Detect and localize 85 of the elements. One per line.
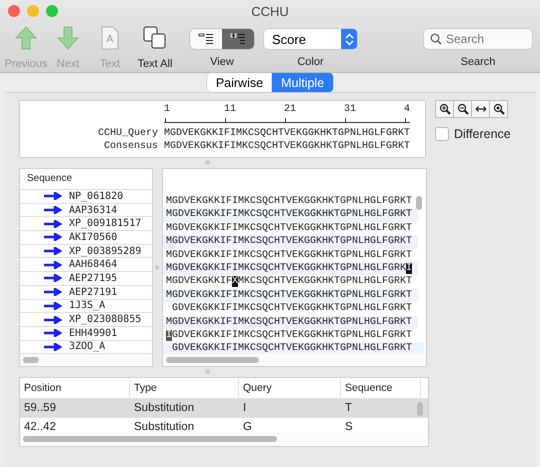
search-icon bbox=[430, 33, 442, 45]
mode-tab[interactable]: Multiple bbox=[272, 73, 334, 92]
scrollbar-thumb[interactable] bbox=[417, 402, 423, 416]
view-label: View bbox=[210, 56, 234, 68]
arrow-icon bbox=[44, 220, 62, 228]
sequence-item[interactable]: AAP36314 bbox=[20, 204, 152, 218]
arrow-icon bbox=[44, 233, 62, 242]
column-header: Type bbox=[130, 378, 239, 398]
zoom-out-icon bbox=[456, 103, 468, 115]
arrow-icon bbox=[44, 302, 62, 310]
column-header: Sequence bbox=[20, 169, 152, 190]
minimize-button[interactable] bbox=[27, 5, 39, 17]
sequence-item[interactable]: AKI70560 bbox=[20, 231, 152, 245]
column-header: Query bbox=[239, 378, 341, 398]
arrow-icon bbox=[44, 260, 62, 269]
sequence-item[interactable]: AEP27191 bbox=[20, 286, 152, 300]
alignment-row-text: MGDVEKGKKIFIMKCSQCHTVEKGGKHKTGPNLHGLFGRKT bbox=[165, 222, 414, 236]
ruler-label: 11 bbox=[224, 104, 236, 115]
sequence-text: MGDVEKGKKIFIMKCSQCHTVEKGGKHKTGPNLHGLFGRKT bbox=[164, 140, 410, 153]
sequence-item[interactable]: XP_003895289 bbox=[20, 244, 152, 258]
arrow-icon bbox=[44, 192, 62, 200]
sequence-item[interactable]: AAH68464 bbox=[20, 258, 152, 272]
sequence-item[interactable]: EHH49901 bbox=[20, 326, 152, 341]
arrow-icon bbox=[44, 342, 62, 351]
scrollbar-thumb[interactable] bbox=[166, 357, 259, 363]
color-dropdown[interactable]: Score bbox=[264, 29, 357, 49]
fit-width-button[interactable] bbox=[471, 100, 490, 118]
sequence-name: Consensus bbox=[104, 140, 158, 153]
arrow-icon bbox=[44, 288, 62, 296]
arrow-icon bbox=[44, 274, 62, 282]
alignment-row: MGDVEKGKKIFIMKCSQCHTVEKGGKHKTGPNLHGLFGRKT bbox=[163, 288, 418, 302]
window-title: CCHU bbox=[251, 4, 289, 18]
arrow-icon bbox=[44, 206, 62, 214]
mode-tab[interactable]: Pairwise bbox=[206, 73, 272, 92]
alignment-row-text: MGDVEKGKKIFXMKCSQCHTVEKGGKHKTGPNLHGLFGRKT bbox=[165, 275, 414, 289]
column-header: Sequence bbox=[341, 378, 421, 398]
zoom-in-button[interactable] bbox=[435, 100, 454, 118]
arrow-icon bbox=[44, 316, 62, 324]
scrollbar-thumb[interactable] bbox=[416, 196, 422, 210]
indented-list-icon bbox=[230, 33, 246, 45]
search-field[interactable]: Search bbox=[424, 29, 532, 49]
table-row[interactable]: 59..59 Substitution I T bbox=[20, 399, 428, 418]
alignment-row-text: MGDVEKGKKIFIMKCSQCHTVEKGGKHKTGPNLHGLFGRKT bbox=[165, 248, 414, 262]
alignment-row: MGDVEKGKKIFIMKCSQCHTVEKGGKHKTGPNLHGLFGRKT bbox=[163, 316, 418, 329]
sequence-item[interactable]: NP_061820 bbox=[20, 190, 152, 204]
arrow-icon bbox=[44, 329, 62, 338]
sequence-item[interactable]: XP_023080855 bbox=[20, 313, 152, 327]
sequence-item[interactable]: AEP27195 bbox=[20, 272, 152, 286]
alignment-row-text: IGDVEKGKKIFIMKCSQCHTVEKGGKHKTGPNLHGLFGRKT bbox=[165, 328, 414, 342]
zoom-reset-button[interactable] bbox=[489, 100, 508, 118]
ruler-label: 1 bbox=[164, 104, 170, 115]
ruler-label: 21 bbox=[284, 104, 296, 115]
zoom-out-button[interactable] bbox=[453, 100, 472, 118]
arrow-icon bbox=[44, 247, 62, 256]
column-header: Position bbox=[20, 378, 130, 398]
down-arrow-icon bbox=[57, 26, 79, 50]
alignment-row-text: MGDVEKGKKIFIMKCSQCHTVEKGGKHKTGPNLHGLFGRKT bbox=[165, 195, 414, 208]
color-label: Color bbox=[297, 56, 324, 68]
document-icon bbox=[101, 26, 119, 50]
sequence-name: CCHU_Query bbox=[98, 127, 158, 140]
chevron-updown-icon bbox=[344, 32, 354, 46]
close-button[interactable] bbox=[8, 5, 20, 17]
sequence-text: MGDVEKGKKIFIMKCSQCHTVEKGGKHKTGPNLHGLFGRKT bbox=[164, 127, 410, 140]
alignment-row: MGDVEKGKKIFIMKCSQCHTVEKGGKHKTGPNLHGLFGRKI bbox=[163, 262, 418, 276]
search-input[interactable]: Search bbox=[446, 32, 526, 46]
difference-checkbox[interactable]: Difference bbox=[435, 127, 511, 141]
alignment-row-text: GDVEKGKKIFIMKCSQCHTVEKGGKHKTGPNLHGLFGRKT bbox=[171, 302, 414, 316]
ruler-label: 31 bbox=[344, 104, 356, 115]
view-toggle[interactable] bbox=[222, 29, 254, 49]
list-icon bbox=[198, 33, 214, 45]
alignment-row: MGDVEKGKKIFIMKCSQCHTVEKGGKHKTGPNLHGLFGRKT bbox=[163, 235, 418, 249]
zoom-in-icon bbox=[438, 103, 450, 115]
documents-icon bbox=[143, 26, 167, 50]
alignment-row: MGDVEKGKKIFIMKCSQCHTVEKGGKHKTGPNLHGLFGRKT bbox=[163, 208, 418, 222]
zoom-button[interactable] bbox=[46, 5, 58, 17]
scrollbar-thumb[interactable] bbox=[23, 357, 39, 363]
ruler-label: 4 bbox=[404, 104, 410, 115]
sequence-item[interactable]: 1J3S_A bbox=[20, 300, 152, 314]
view-toggle[interactable] bbox=[190, 29, 222, 49]
search-label: Search bbox=[460, 56, 496, 68]
up-arrow-icon bbox=[15, 26, 37, 50]
scrollbar-thumb[interactable] bbox=[23, 436, 277, 442]
sequence-item[interactable]: XP_009181517 bbox=[20, 217, 152, 232]
toolbar-button[interactable]: Text All bbox=[132, 24, 178, 70]
magnifier-icon bbox=[492, 103, 504, 115]
